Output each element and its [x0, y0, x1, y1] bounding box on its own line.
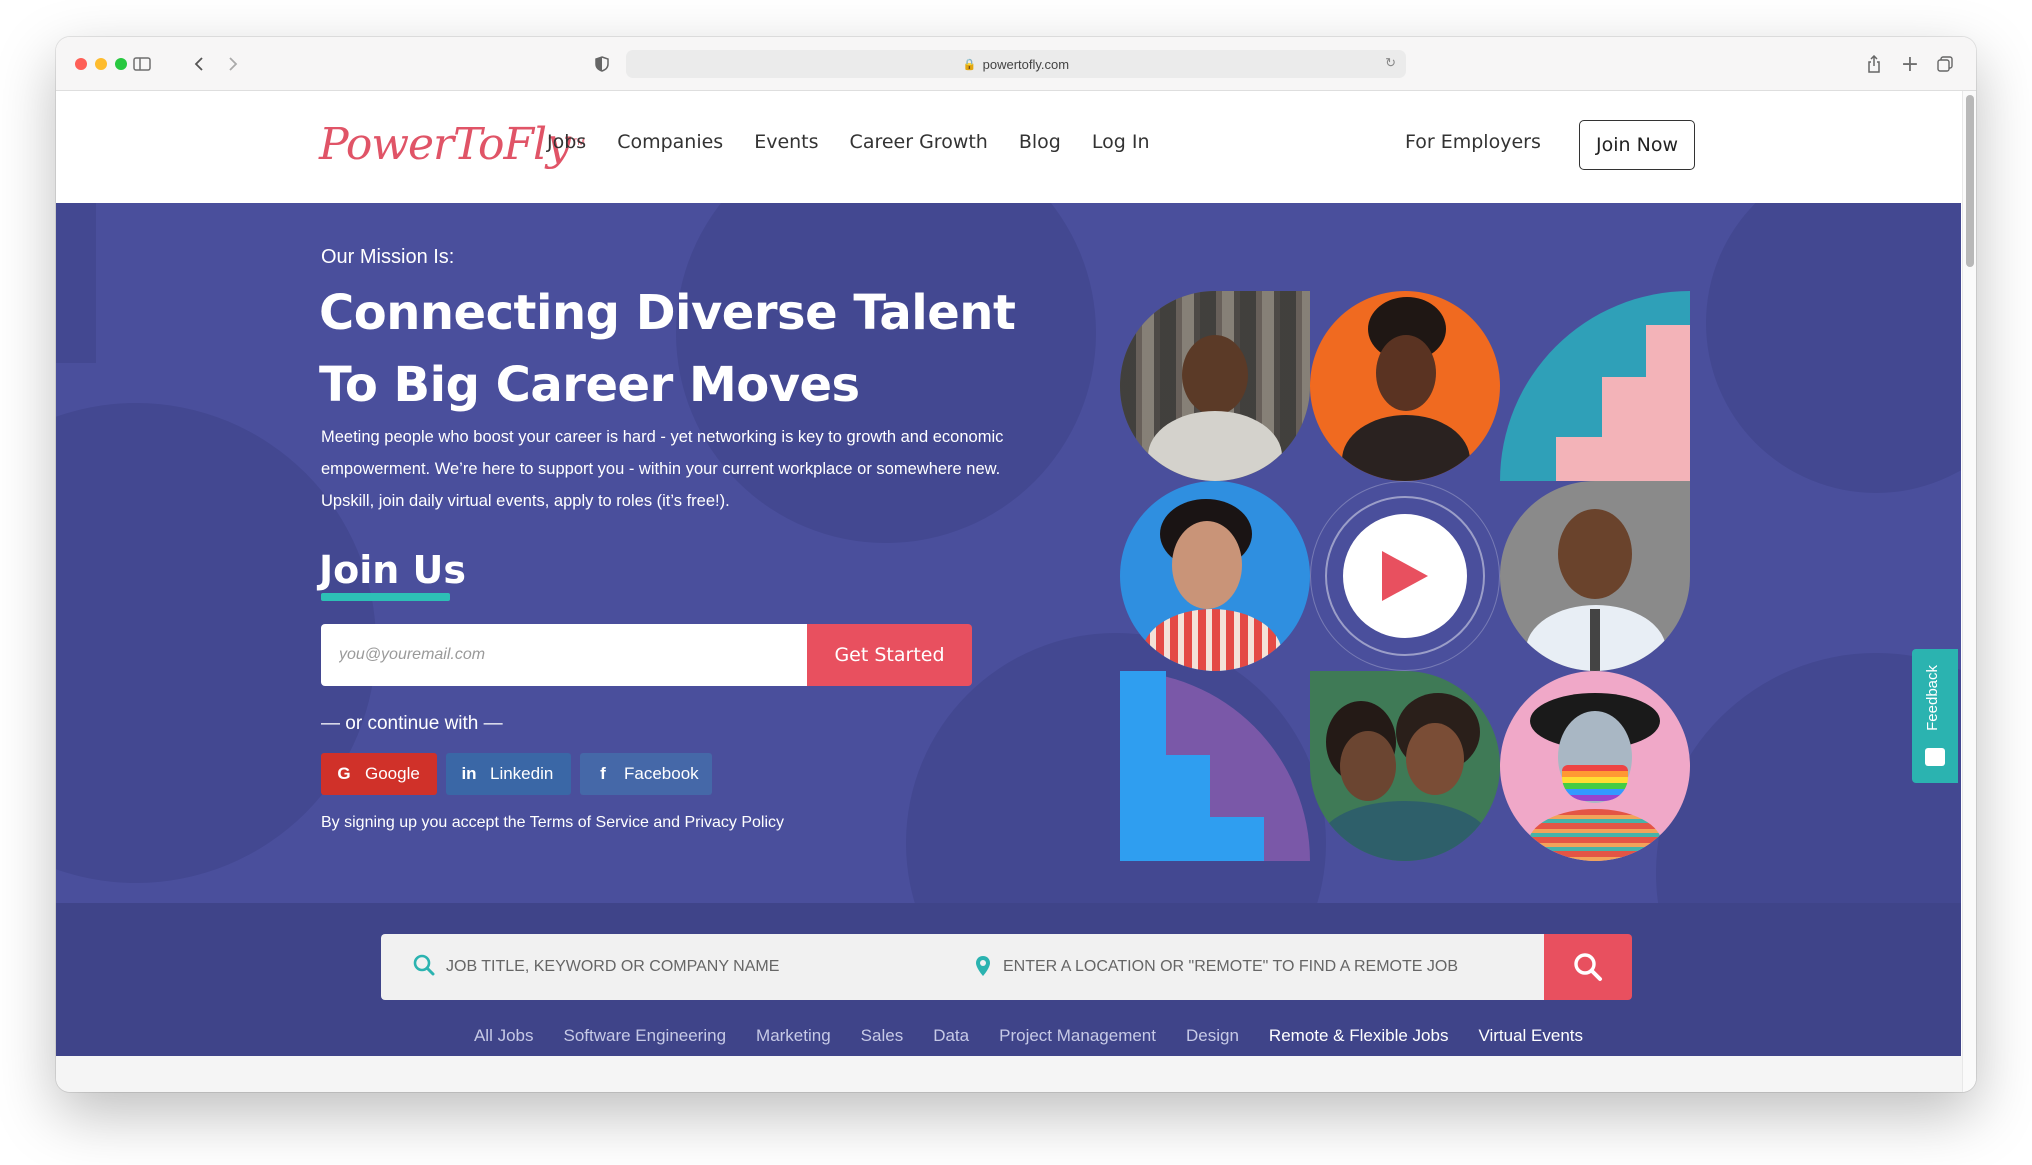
address-bar[interactable]: 🔒 powertofly.com ↻ — [626, 50, 1406, 78]
nav-companies[interactable]: Companies — [617, 131, 723, 153]
share-icon[interactable] — [1866, 50, 1882, 78]
scrollbar-thumb[interactable] — [1966, 95, 1974, 267]
graphic-tile-stairs-teal — [1500, 291, 1690, 481]
facebook-icon: f — [600, 764, 606, 783]
linkedin-icon: in — [461, 764, 477, 783]
job-category-links: All Jobs Software Engineering Marketing … — [56, 1026, 1961, 1046]
page-scrollbar[interactable] — [1962, 91, 1976, 1092]
category-data[interactable]: Data — [933, 1026, 969, 1046]
community-tile-grid — [1120, 291, 1690, 866]
lock-icon: 🔒 — [962, 58, 977, 71]
portrait-tile-woman-orange — [1310, 291, 1500, 481]
nav-events[interactable]: Events — [754, 131, 818, 153]
portrait-tile-woman-blue — [1120, 481, 1310, 671]
mission-label: Our Mission Is: — [321, 246, 455, 268]
category-software-engineering[interactable]: Software Engineering — [563, 1026, 726, 1046]
facebook-label: Facebook — [624, 764, 699, 783]
email-input[interactable] — [321, 624, 808, 686]
terms-notice: By signing up you accept the Terms of Se… — [321, 814, 785, 831]
feedback-face-icon — [1925, 748, 1945, 766]
reload-icon[interactable]: ↻ — [1385, 55, 1396, 71]
description-line-2: empowerment. We’re here to support you -… — [321, 460, 1001, 478]
category-remote-flexible-jobs[interactable]: Remote & Flexible Jobs — [1269, 1026, 1449, 1046]
facebook-signin-button[interactable]: f Facebook — [580, 753, 712, 795]
category-all-jobs[interactable]: All Jobs — [474, 1026, 534, 1046]
play-icon — [1382, 551, 1428, 601]
feedback-label: Feedback — [1924, 665, 1941, 731]
portrait-tile-man-bookshelf — [1120, 291, 1310, 481]
portrait-tile-person-rainbow-mask — [1500, 671, 1690, 861]
hero-headline: Connecting Diverse Talent To Big Career … — [319, 277, 1016, 421]
location-search-input[interactable] — [1003, 943, 1523, 991]
join-us-heading: Join Us — [319, 548, 467, 592]
browser-toolbar: 🔒 powertofly.com ↻ + — [56, 37, 1976, 91]
photo-tile-two-women — [1310, 671, 1500, 861]
linkedin-signin-button[interactable]: in Linkedin — [446, 753, 571, 795]
bg-shape — [56, 203, 96, 363]
new-tab-icon[interactable]: + — [1901, 50, 1919, 78]
page-below-fold — [56, 1056, 1976, 1092]
description-line-1: Meeting people who boost your career is … — [321, 428, 1004, 446]
search-submit-button[interactable] — [1544, 934, 1632, 1000]
headline-line-2: To Big Career Moves — [319, 357, 860, 413]
powertofly-logo[interactable]: PowerToFly TM — [319, 119, 585, 170]
site-header: PowerToFly TM Jobs Companies Events Care… — [56, 91, 1961, 203]
category-virtual-events[interactable]: Virtual Events — [1478, 1026, 1583, 1046]
close-window-button[interactable] — [75, 58, 87, 70]
feedback-tab[interactable]: Feedback — [1912, 649, 1958, 783]
google-label: Google — [365, 764, 420, 783]
logo-wordmark: PowerToFly — [319, 119, 571, 170]
portrait-tile-man-gray — [1500, 481, 1690, 671]
join-us-underline — [321, 593, 450, 601]
browser-window: 🔒 powertofly.com ↻ + PowerToFly TM Jobs … — [56, 37, 1976, 1092]
google-icon: G — [337, 764, 351, 783]
location-pin-icon — [975, 955, 991, 981]
graphic-tile-stairs-purple — [1120, 671, 1310, 861]
join-now-button[interactable]: Join Now — [1579, 120, 1695, 170]
zoom-window-button[interactable] — [115, 58, 127, 70]
continue-with-label: — or continue with — — [321, 713, 503, 734]
get-started-button[interactable]: Get Started — [807, 624, 972, 686]
hero-description: Meeting people who boost your career is … — [321, 421, 1101, 517]
sidebar-toggle-icon[interactable] — [131, 50, 153, 78]
tab-overview-icon[interactable] — [1936, 50, 1954, 78]
nav-blog[interactable]: Blog — [1019, 131, 1061, 153]
nav-log-in[interactable]: Log In — [1092, 131, 1150, 153]
video-play-tile[interactable] — [1310, 481, 1500, 671]
google-signin-button[interactable]: G Google — [321, 753, 437, 795]
privacy-shield-icon[interactable] — [593, 50, 611, 78]
url-text: powertofly.com — [982, 56, 1070, 72]
category-project-management[interactable]: Project Management — [999, 1026, 1156, 1046]
keyword-search-input[interactable] — [446, 943, 946, 991]
bg-shape — [1706, 203, 1961, 493]
category-marketing[interactable]: Marketing — [756, 1026, 831, 1046]
main-nav: Jobs Companies Events Career Growth Blog… — [547, 131, 1149, 153]
nav-jobs[interactable]: Jobs — [547, 131, 586, 153]
category-design[interactable]: Design — [1186, 1026, 1239, 1046]
nav-career-growth[interactable]: Career Growth — [850, 131, 988, 153]
headline-line-1: Connecting Diverse Talent — [319, 285, 1016, 341]
for-employers-link[interactable]: For Employers — [1405, 131, 1541, 153]
linkedin-label: Linkedin — [490, 764, 554, 783]
search-button-icon — [1574, 953, 1602, 981]
back-arrow-icon[interactable] — [192, 50, 206, 78]
forward-arrow-icon[interactable] — [226, 50, 240, 78]
category-sales[interactable]: Sales — [861, 1026, 904, 1046]
description-line-3: Upskill, join daily virtual events, appl… — [321, 492, 730, 510]
search-icon — [413, 954, 435, 980]
minimize-window-button[interactable] — [95, 58, 107, 70]
